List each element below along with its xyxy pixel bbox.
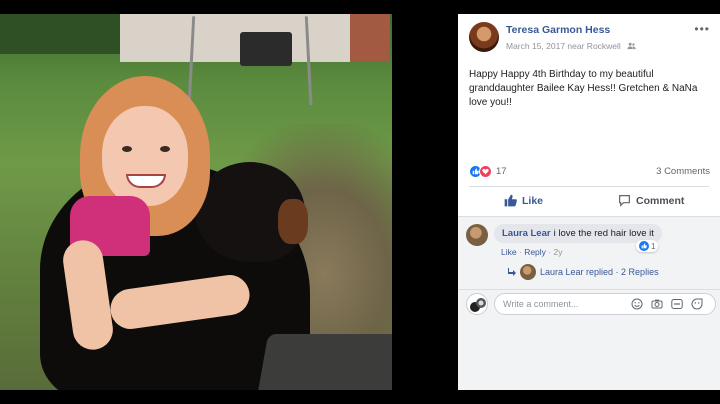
separator: · — [548, 247, 552, 257]
comment-button-label: Comment — [636, 194, 685, 207]
photo-girl-right-eye — [160, 146, 170, 152]
more-options-button[interactable]: ••• — [694, 22, 710, 36]
emoji-icon[interactable] — [630, 297, 643, 310]
friends-icon[interactable] — [627, 42, 636, 50]
comments-count-link[interactable]: 3 Comments — [656, 166, 710, 177]
gif-icon[interactable] — [670, 297, 683, 310]
reactions-summary[interactable]: 17 — [469, 164, 507, 178]
divider — [458, 289, 720, 290]
photo-brick-wall — [350, 14, 390, 62]
comment-reaction-count: 1 — [651, 241, 656, 251]
divider — [469, 186, 709, 187]
photo-swing-seat — [240, 32, 292, 66]
comment-text: i love the red hair love it — [553, 228, 654, 239]
like-reaction-icon — [639, 241, 649, 251]
comment-actions: Like · Reply · 2y — [501, 247, 563, 257]
like-button[interactable]: Like — [504, 194, 543, 207]
comment-like-link[interactable]: Like — [501, 247, 517, 257]
comment-bubble: Laura Lear i love the red hair love it — [494, 224, 662, 243]
post-meta: March 15, 2017 near Rockwell — [506, 41, 636, 51]
comment-timestamp[interactable]: 2y — [554, 247, 563, 257]
reaction-count: 17 — [496, 165, 507, 177]
view-replies-link[interactable]: Laura Lear replied · 2 Replies — [540, 267, 659, 277]
viewer-stage: Teresa Garmon Hess March 15, 2017 near R… — [0, 0, 720, 404]
separator: · — [518, 247, 522, 257]
post-panel: Teresa Garmon Hess March 15, 2017 near R… — [458, 14, 720, 390]
photo-stone-block — [255, 334, 392, 390]
comment-author-link[interactable]: Laura Lear — [502, 228, 551, 239]
viewer-avatar — [466, 293, 488, 315]
camera-icon[interactable] — [650, 297, 663, 310]
post-timestamp-location[interactable]: March 15, 2017 near Rockwell — [506, 41, 621, 51]
photo-girl-face — [102, 106, 188, 206]
photo-dog-muzzle — [278, 199, 308, 244]
comment-reply-link[interactable]: Reply — [524, 247, 546, 257]
post-text: Happy Happy 4th Birthday to my beautiful… — [469, 69, 698, 108]
author-name-link[interactable]: Teresa Garmon Hess — [506, 24, 610, 36]
reply-arrow-icon — [508, 268, 516, 276]
reply-author-avatar — [520, 264, 536, 280]
sticker-icon[interactable] — [690, 297, 703, 310]
commenter-avatar[interactable] — [466, 224, 488, 246]
thumbs-up-icon — [504, 194, 517, 207]
comment-reaction-badge[interactable]: 1 — [636, 240, 659, 252]
composer-icons — [630, 297, 703, 310]
photo-trees — [0, 14, 120, 54]
comment-button[interactable]: Comment — [618, 194, 684, 207]
love-reaction-icon — [479, 164, 492, 178]
comment-bubble-icon — [619, 195, 630, 207]
photo-girl-left-eye — [122, 146, 132, 152]
author-avatar[interactable] — [469, 22, 499, 52]
post-photo[interactable] — [0, 14, 392, 390]
like-button-label: Like — [522, 194, 544, 207]
